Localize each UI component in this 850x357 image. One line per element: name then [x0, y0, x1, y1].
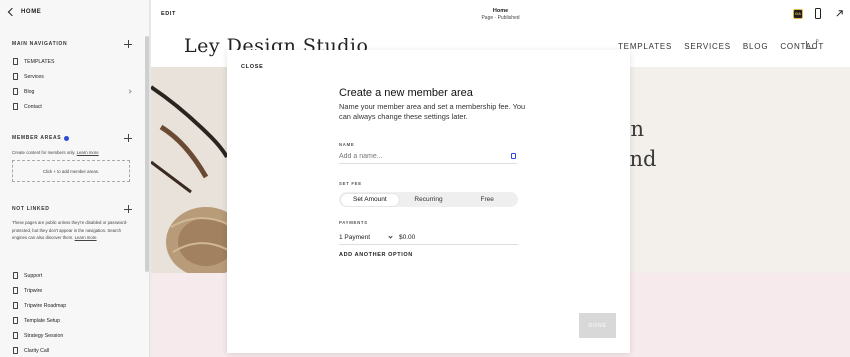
not-linked-label: NOT LINKED: [12, 206, 50, 212]
page-icon: [13, 88, 18, 95]
sidebar-item-label: Template Setup: [24, 317, 61, 324]
page-icon: [13, 73, 18, 80]
page-icon: [13, 347, 18, 354]
modal-title: Create a new member area: [339, 87, 473, 99]
sidebar-item-blog[interactable]: Blog: [13, 88, 132, 95]
home-back-link[interactable]: HOME: [7, 7, 42, 17]
sidebar-item-support[interactable]: Support: [13, 272, 131, 279]
sidebar-item-label: TEMPLATES: [24, 58, 55, 65]
add-main-nav-plus-icon[interactable]: [124, 40, 132, 48]
member-areas-description: Create content for members only. Learn m…: [12, 149, 132, 157]
sidebar-item-clarity-call[interactable]: Clarity Call: [13, 347, 131, 354]
sidebar-scrollbar[interactable]: [145, 36, 149, 272]
sidebar-item-tripwire[interactable]: Tripwire: [13, 287, 131, 294]
site-navigation: TEMPLATES SERVICES BLOG CONTACT: [618, 42, 824, 51]
close-button[interactable]: CLOSE: [241, 64, 263, 70]
id-card-icon: [511, 153, 516, 159]
not-linked-description: These pages are public unless they're di…: [12, 219, 132, 242]
payments-field-label: PAYMENTS: [339, 220, 368, 225]
sidebar-item-contact[interactable]: Contact: [13, 103, 131, 110]
member-area-name-input[interactable]: [339, 150, 517, 164]
page-icon: [13, 302, 18, 309]
mobile-preview-icon[interactable]: [815, 8, 821, 19]
not-linked-desc-text: These pages are public unless they're di…: [12, 220, 128, 241]
site-nav-services[interactable]: SERVICES: [684, 42, 731, 51]
page-icon: [13, 332, 18, 339]
add-member-area-plus-icon[interactable]: [124, 134, 132, 142]
payment-row: 1 Payment $0.00: [339, 230, 518, 245]
member-areas-desc-text: Create content for members only.: [12, 150, 76, 155]
sidebar-item-template-setup[interactable]: Template Setup: [13, 317, 131, 324]
site-nav-contact[interactable]: CONTACT: [780, 42, 824, 51]
create-member-area-modal: CLOSE Create a new member area Name your…: [227, 50, 630, 353]
sidebar-item-label: Support: [24, 272, 43, 279]
page-icon: [13, 272, 18, 279]
page-icon: [13, 103, 18, 110]
sidebar-item-templates[interactable]: TEMPLATES: [13, 58, 131, 65]
modal-description: Name your member area and set a membersh…: [339, 102, 526, 121]
hero-image: [151, 67, 227, 273]
sidebar-item-label: Services: [24, 73, 44, 80]
sidebar-item-services[interactable]: Services: [13, 73, 131, 80]
member-areas-label: MEMBER AREAS: [12, 135, 62, 141]
page-icon: [13, 58, 18, 65]
fee-option-set-amount[interactable]: Set Amount: [340, 193, 400, 206]
sidebar-item-label: Tripwire: [24, 287, 43, 294]
not-linked-learn-more-link[interactable]: Learn more: [75, 235, 97, 240]
sidebar-item-label: Blog: [24, 88, 35, 95]
home-label: HOME: [21, 9, 42, 15]
payment-amount-input[interactable]: $0.00: [399, 234, 415, 241]
add-not-linked-plus-icon[interactable]: [124, 205, 132, 213]
site-nav-blog[interactable]: BLOG: [743, 42, 768, 51]
editor-topbar: EDIT Home Page · Published GA: [151, 0, 850, 28]
fee-option-free[interactable]: Free: [458, 194, 517, 206]
app-root: HOME MAIN NAVIGATION TEMPLATES Services …: [0, 0, 850, 357]
member-areas-heading: MEMBER AREAS: [12, 135, 70, 141]
chevron-right-icon: [127, 89, 132, 94]
pages-sidebar: HOME MAIN NAVIGATION TEMPLATES Services …: [0, 0, 150, 357]
sidebar-item-strategy-session[interactable]: Strategy Session: [13, 332, 131, 339]
chevron-left-icon: [7, 7, 17, 17]
cart-count: 0: [816, 38, 819, 43]
member-areas-learn-more-link[interactable]: Learn more: [77, 150, 99, 155]
sidebar-item-label: Contact: [24, 103, 42, 110]
add-another-option-button[interactable]: ADD ANOTHER OPTION: [339, 252, 413, 258]
not-linked-heading: NOT LINKED: [12, 206, 50, 212]
glasses-photo-image: [151, 67, 227, 273]
main-navigation-label: MAIN NAVIGATION: [12, 41, 68, 47]
add-member-area-placeholder[interactable]: Click + to add member areas.: [12, 160, 130, 182]
name-field-label: NAME: [339, 142, 355, 147]
fee-field-label: SET FEE: [339, 181, 362, 186]
hero-background: [630, 67, 850, 273]
page-title: Home: [492, 8, 509, 14]
member-areas-empty-hint: Click + to add member areas.: [42, 168, 100, 174]
sidebar-item-label: Clarity Call: [24, 347, 50, 354]
fee-type-segmented-control: Set Amount Recurring Free: [339, 192, 518, 207]
expand-icon[interactable]: [835, 9, 844, 18]
page-icon: [13, 317, 18, 324]
sidebar-item-tripwire-roadmap[interactable]: Tripwire Roadmap: [13, 302, 131, 309]
info-badge-icon: [64, 135, 70, 141]
page-status: Page · Published: [481, 15, 520, 21]
done-button[interactable]: DONE: [579, 313, 616, 338]
fee-option-recurring[interactable]: Recurring: [399, 194, 458, 206]
sidebar-item-label: Tripwire Roadmap: [24, 302, 67, 309]
main-navigation-heading: MAIN NAVIGATION: [12, 41, 67, 47]
page-icon: [13, 287, 18, 294]
payment-count-value: 1 Payment: [339, 233, 371, 241]
sidebar-item-label: Strategy Session: [24, 332, 64, 339]
chevron-down-icon: [388, 233, 393, 239]
payment-count-select[interactable]: 1 Payment: [339, 233, 393, 241]
site-badge-icon[interactable]: GA: [793, 9, 803, 19]
